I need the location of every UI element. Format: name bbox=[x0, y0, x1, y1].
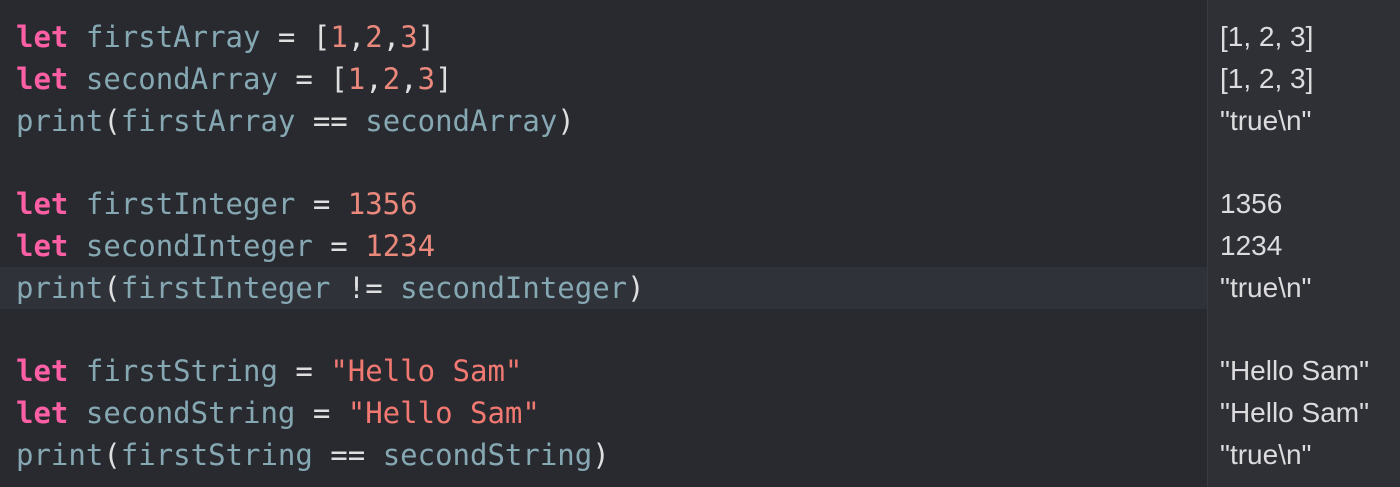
code-token-fn: print bbox=[16, 271, 104, 305]
code-token-pl: ] bbox=[435, 62, 453, 96]
code-token-kw: let bbox=[16, 396, 69, 430]
result-value[interactable]: "true\n" bbox=[1220, 267, 1311, 309]
code-token-pl: = bbox=[295, 187, 348, 221]
code-token-pl: == bbox=[312, 438, 383, 472]
code-line[interactable]: let firstString = "Hello Sam" bbox=[0, 350, 1207, 392]
code-token-pl: ) bbox=[592, 438, 610, 472]
code-token-id: firstArray bbox=[120, 104, 296, 138]
code-token-id: secondInteger bbox=[400, 271, 628, 305]
result-value[interactable]: "true\n" bbox=[1220, 434, 1311, 476]
code-token-kw: let bbox=[16, 20, 69, 54]
code-token-pl: , bbox=[400, 62, 418, 96]
code-line[interactable]: let firstInteger = 1356 bbox=[0, 183, 1207, 225]
code-token-pl: = bbox=[312, 229, 366, 263]
code-token-pl: ( bbox=[103, 271, 121, 305]
code-token-id: firstString bbox=[85, 354, 278, 388]
code-token-num: 2 bbox=[365, 20, 383, 54]
code-token-kw: let bbox=[16, 187, 69, 221]
code-token-kw: let bbox=[16, 62, 69, 96]
code-token-fn: print bbox=[16, 104, 104, 138]
code-token-kw: let bbox=[16, 354, 69, 388]
code-line[interactable] bbox=[0, 141, 1207, 183]
result-value[interactable]: [1, 2, 3] bbox=[1220, 58, 1313, 100]
result-value[interactable]: 1234 bbox=[1220, 225, 1282, 267]
code-token-fn: print bbox=[16, 438, 104, 472]
code-token-id: secondArray bbox=[365, 104, 558, 138]
code-line[interactable]: print(firstString == secondString) bbox=[0, 434, 1207, 476]
code-token-id: firstArray bbox=[85, 20, 261, 54]
code-token-num: 1 bbox=[330, 20, 348, 54]
result-value[interactable]: 1356 bbox=[1220, 183, 1282, 225]
code-token-pl: ] bbox=[417, 20, 436, 54]
code-token-id: firstInteger bbox=[85, 187, 296, 221]
code-token-id: secondString bbox=[382, 438, 593, 472]
code-token-num: 3 bbox=[400, 20, 418, 54]
result-value[interactable]: "Hello Sam" bbox=[1220, 350, 1369, 392]
code-token-pl: ) bbox=[557, 104, 575, 138]
code-line[interactable]: let secondInteger = 1234 bbox=[0, 225, 1207, 267]
code-token-pl: ( bbox=[103, 104, 121, 138]
code-token-pl: , bbox=[347, 20, 366, 54]
code-line[interactable] bbox=[0, 309, 1207, 351]
code-token-pl: , bbox=[382, 20, 401, 54]
code-token-id: secondString bbox=[85, 396, 296, 430]
result-value[interactable]: "Hello Sam" bbox=[1220, 392, 1369, 434]
code-token-pl: ) bbox=[627, 271, 645, 305]
code-line[interactable]: print(firstInteger != secondInteger) bbox=[0, 267, 1207, 309]
code-token-pl: = bbox=[277, 354, 331, 388]
code-token-id: firstInteger bbox=[120, 271, 331, 305]
code-token-num: 3 bbox=[417, 62, 436, 96]
code-token-pl: ( bbox=[103, 438, 121, 472]
code-token-id: secondArray bbox=[85, 62, 278, 96]
code-token-kw: let bbox=[16, 229, 69, 263]
code-token-num: 2 bbox=[382, 62, 401, 96]
code-token-pl: , bbox=[365, 62, 383, 96]
code-line[interactable]: let secondArray = [1,2,3] bbox=[0, 58, 1207, 100]
code-token-pl: == bbox=[295, 104, 366, 138]
code-token-str: "Hello Sam" bbox=[330, 354, 523, 388]
code-token-id: firstString bbox=[120, 438, 313, 472]
code-token-id: secondInteger bbox=[85, 229, 313, 263]
code-token-num: 1 bbox=[347, 62, 366, 96]
code-editor[interactable]: let firstArray = [1,2,3] let secondArray … bbox=[0, 0, 1207, 487]
result-value[interactable]: "true\n" bbox=[1220, 100, 1311, 142]
code-token-pl: = [ bbox=[277, 62, 348, 96]
code-token-str: "Hello Sam" bbox=[347, 396, 540, 430]
code-line[interactable]: print(firstArray == secondArray) bbox=[0, 100, 1207, 142]
code-token-pl: != bbox=[330, 271, 401, 305]
code-token-num: 1234 bbox=[365, 229, 436, 263]
code-line[interactable]: let firstArray = [1,2,3] bbox=[0, 16, 1207, 58]
code-token-pl: = bbox=[295, 396, 348, 430]
code-token-num: 1356 bbox=[347, 187, 418, 221]
code-token-pl: = [ bbox=[260, 20, 331, 54]
result-value[interactable]: [1, 2, 3] bbox=[1220, 16, 1313, 58]
code-line[interactable]: let secondString = "Hello Sam" bbox=[0, 392, 1207, 434]
